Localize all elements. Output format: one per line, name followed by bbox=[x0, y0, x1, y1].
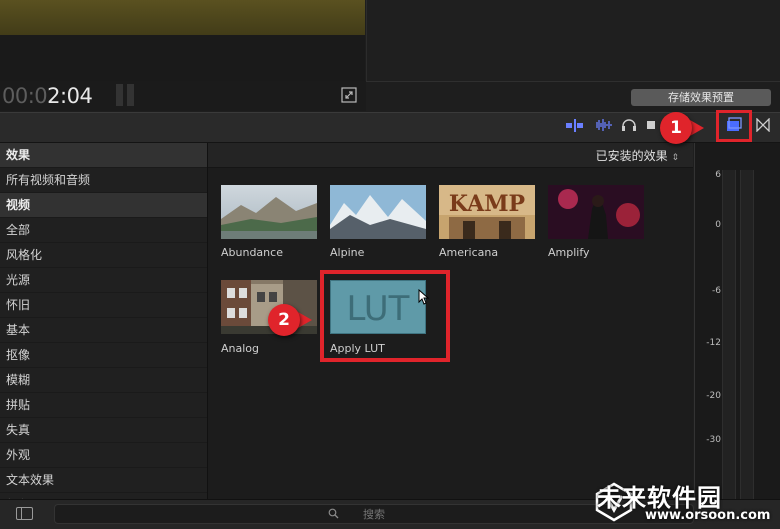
meter-label: 6 bbox=[715, 170, 721, 180]
updown-chevron-icon: ⇕ bbox=[671, 153, 679, 163]
sidebar-item-looks[interactable]: 外观 bbox=[0, 443, 207, 468]
save-effects-preset-button[interactable]: 存储效果预置 bbox=[631, 89, 771, 106]
timecode-dim: 00:0 bbox=[2, 84, 48, 108]
sidebar-item-all-video-audio[interactable]: 所有视频和音频 bbox=[0, 168, 207, 193]
effect-thumb-americana[interactable]: KAMP bbox=[439, 185, 535, 239]
meter-label: -6 bbox=[712, 286, 721, 296]
divider bbox=[366, 81, 780, 82]
sidebar-item-blur[interactable]: 模糊 bbox=[0, 368, 207, 393]
sidebar-item-light[interactable]: 光源 bbox=[0, 268, 207, 293]
sidebar-item-effects[interactable]: 效果 bbox=[0, 143, 207, 168]
meter-label: -30 bbox=[706, 435, 721, 445]
sidebar-item-distortion[interactable]: 失真 bbox=[0, 418, 207, 443]
effect-thumb-alpine[interactable] bbox=[330, 185, 426, 239]
callout-arrow bbox=[690, 120, 704, 136]
waveform-icon[interactable] bbox=[594, 118, 612, 132]
effect-label-americana: Americana bbox=[439, 246, 499, 259]
pause-icon[interactable] bbox=[116, 84, 138, 110]
transitions-browser-icon[interactable] bbox=[756, 118, 770, 132]
sidebar-toggle-icon[interactable] bbox=[16, 507, 33, 520]
effect-thumb-abundance[interactable] bbox=[221, 185, 317, 239]
meter-label: -12 bbox=[706, 338, 721, 348]
headphones-icon[interactable] bbox=[621, 118, 637, 132]
installed-effects-label: 已安装的效果 bbox=[595, 149, 668, 163]
clip-icon[interactable] bbox=[646, 118, 656, 132]
sidebar-item-tiling[interactable]: 拼贴 bbox=[0, 393, 207, 418]
browser-header: 已安装的效果 ⇕ bbox=[208, 143, 693, 168]
sidebar-item-all[interactable]: 全部 bbox=[0, 218, 207, 243]
meter-label: 0 bbox=[715, 220, 721, 230]
fullscreen-icon[interactable] bbox=[341, 87, 357, 103]
sidebar-item-text-effects[interactable]: 文本效果 bbox=[0, 468, 207, 493]
timecode-display[interactable]: 00:02:04 bbox=[2, 84, 93, 108]
inspector-area bbox=[366, 0, 780, 81]
search-icon bbox=[328, 508, 339, 519]
audio-meter bbox=[694, 143, 780, 499]
app-window: 00:02:04 存储效果预置 效果 所有视频和音频 视频 全部 风格化 光源 … bbox=[0, 0, 780, 529]
effect-label-analog: Analog bbox=[221, 342, 260, 355]
highlight-box-effects-button bbox=[716, 110, 752, 142]
effects-sidebar: 效果 所有视频和音频 视频 全部 风格化 光源 怀旧 基本 抠像 模糊 拼贴 失… bbox=[0, 143, 208, 518]
effect-label-alpine: Alpine bbox=[330, 246, 365, 259]
timecode-value: 2:04 bbox=[47, 84, 93, 108]
meter-bar-right bbox=[740, 170, 754, 499]
sidebar-item-nostalgia[interactable]: 怀旧 bbox=[0, 293, 207, 318]
step-badge-2: 2 bbox=[268, 304, 300, 336]
audio-enhance-icon[interactable] bbox=[566, 118, 584, 132]
effect-label-amplify: Amplify bbox=[548, 246, 590, 259]
effect-label-abundance: Abundance bbox=[221, 246, 283, 259]
sidebar-item-stylize[interactable]: 风格化 bbox=[0, 243, 207, 268]
highlight-box-apply-lut bbox=[320, 270, 450, 362]
meter-bar-left bbox=[722, 170, 736, 499]
sidebar-item-keying[interactable]: 抠像 bbox=[0, 343, 207, 368]
effect-thumb-amplify[interactable] bbox=[548, 185, 644, 239]
meter-label: -20 bbox=[706, 391, 721, 401]
viewer-area bbox=[0, 35, 365, 81]
step-badge-1: 1 bbox=[660, 112, 692, 144]
watermark-url: www.orsoon.com bbox=[645, 508, 771, 523]
sidebar-item-basics[interactable]: 基本 bbox=[0, 318, 207, 343]
viewer-video-frame bbox=[0, 0, 365, 35]
sidebar-item-video[interactable]: 视频 bbox=[0, 193, 207, 218]
americana-sign-text: KAMP bbox=[449, 191, 525, 217]
installed-effects-menu[interactable]: 已安装的效果 ⇕ bbox=[596, 147, 679, 164]
callout-arrow bbox=[298, 312, 312, 328]
